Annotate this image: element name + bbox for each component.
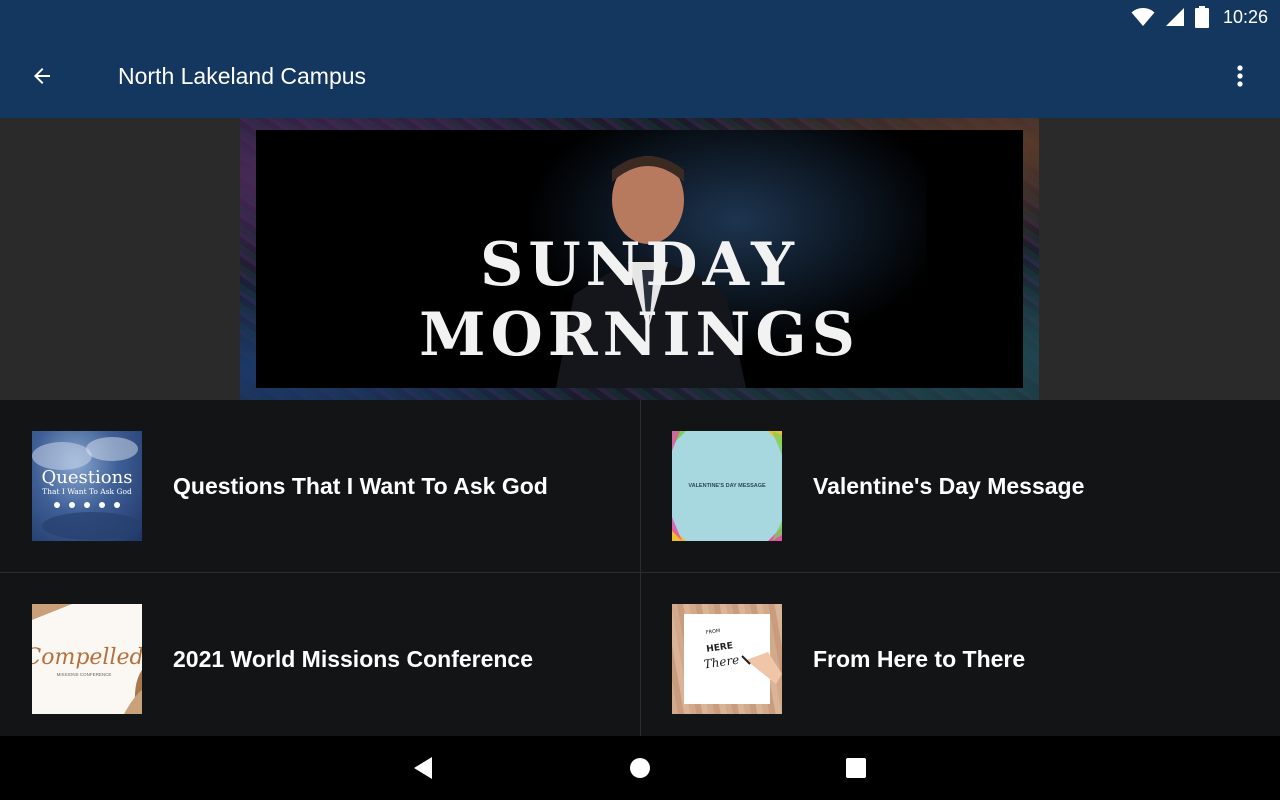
page-title: North Lakeland Campus	[118, 63, 367, 89]
arrow-back-icon	[34, 68, 50, 84]
series-thumbnail: Compelled MISSIONS CONFERENCE	[32, 604, 142, 714]
nav-back-icon	[414, 757, 432, 779]
series-thumbnail: VALENTINE'S DAY MESSAGE	[672, 431, 782, 541]
nav-home-button[interactable]	[615, 748, 665, 788]
status-time: 10:26	[1222, 6, 1268, 27]
thumb-title: Questions	[42, 467, 133, 488]
series-thumbnail: Questions That I Want To Ask God	[32, 431, 142, 541]
grid-divider-horizontal	[0, 572, 1280, 573]
banner-title: SUNDAY MORNINGS	[419, 230, 860, 370]
cell-signal-icon	[1165, 8, 1184, 26]
series-item[interactable]: Compelled MISSIONS CONFERENCE 2021 World…	[0, 573, 640, 745]
status-bar: 10:26	[0, 0, 1280, 34]
valentines-artwork: VALENTINE'S DAY MESSAGE	[672, 431, 782, 541]
series-item[interactable]: HERE There FROM From Here to There	[640, 573, 1280, 745]
nav-recents-icon	[846, 758, 866, 778]
battery-icon	[1194, 6, 1209, 28]
hero-section: SUNDAY MORNINGS	[0, 118, 1280, 400]
series-thumbnail: HERE There FROM	[672, 604, 782, 714]
series-grid: Questions That I Want To Ask God Questio…	[0, 400, 1280, 736]
series-item[interactable]: Questions That I Want To Ask God Questio…	[0, 400, 640, 572]
wifi-icon	[1131, 8, 1155, 26]
here-to-there-artwork: HERE There FROM	[684, 614, 782, 704]
back-button[interactable]	[20, 54, 64, 98]
nav-recents-button[interactable]	[831, 748, 881, 788]
nav-home-icon	[630, 758, 650, 778]
sunday-mornings-banner[interactable]: SUNDAY MORNINGS	[240, 118, 1039, 400]
banner-image: SUNDAY MORNINGS	[256, 130, 1023, 388]
compelled-artwork: Compelled MISSIONS CONFERENCE	[32, 604, 142, 714]
thumb-subtitle: MISSIONS CONFERENCE	[57, 672, 112, 677]
series-item[interactable]: VALENTINE'S DAY MESSAGE Valentine's Day …	[640, 400, 1280, 572]
more-vert-icon	[1237, 65, 1243, 87]
thumb-subtitle: That I Want To Ask God	[42, 487, 132, 496]
status-icons: 10:26	[1131, 0, 1268, 34]
series-title: Valentine's Day Message	[813, 473, 1085, 499]
thumb-title: VALENTINE'S DAY MESSAGE	[688, 483, 766, 489]
series-title: Questions That I Want To Ask God	[173, 473, 548, 499]
app-bar: North Lakeland Campus	[0, 34, 1280, 118]
thumb-title: Compelled	[32, 645, 142, 670]
questions-artwork: Questions That I Want To Ask God	[32, 437, 142, 540]
grid-divider-vertical	[640, 400, 641, 736]
series-title: From Here to There	[813, 646, 1026, 672]
system-nav-bar	[0, 736, 1280, 800]
nav-back-button[interactable]	[398, 748, 448, 788]
overflow-menu-button[interactable]	[1220, 54, 1260, 98]
series-title: 2021 World Missions Conference	[173, 646, 534, 672]
